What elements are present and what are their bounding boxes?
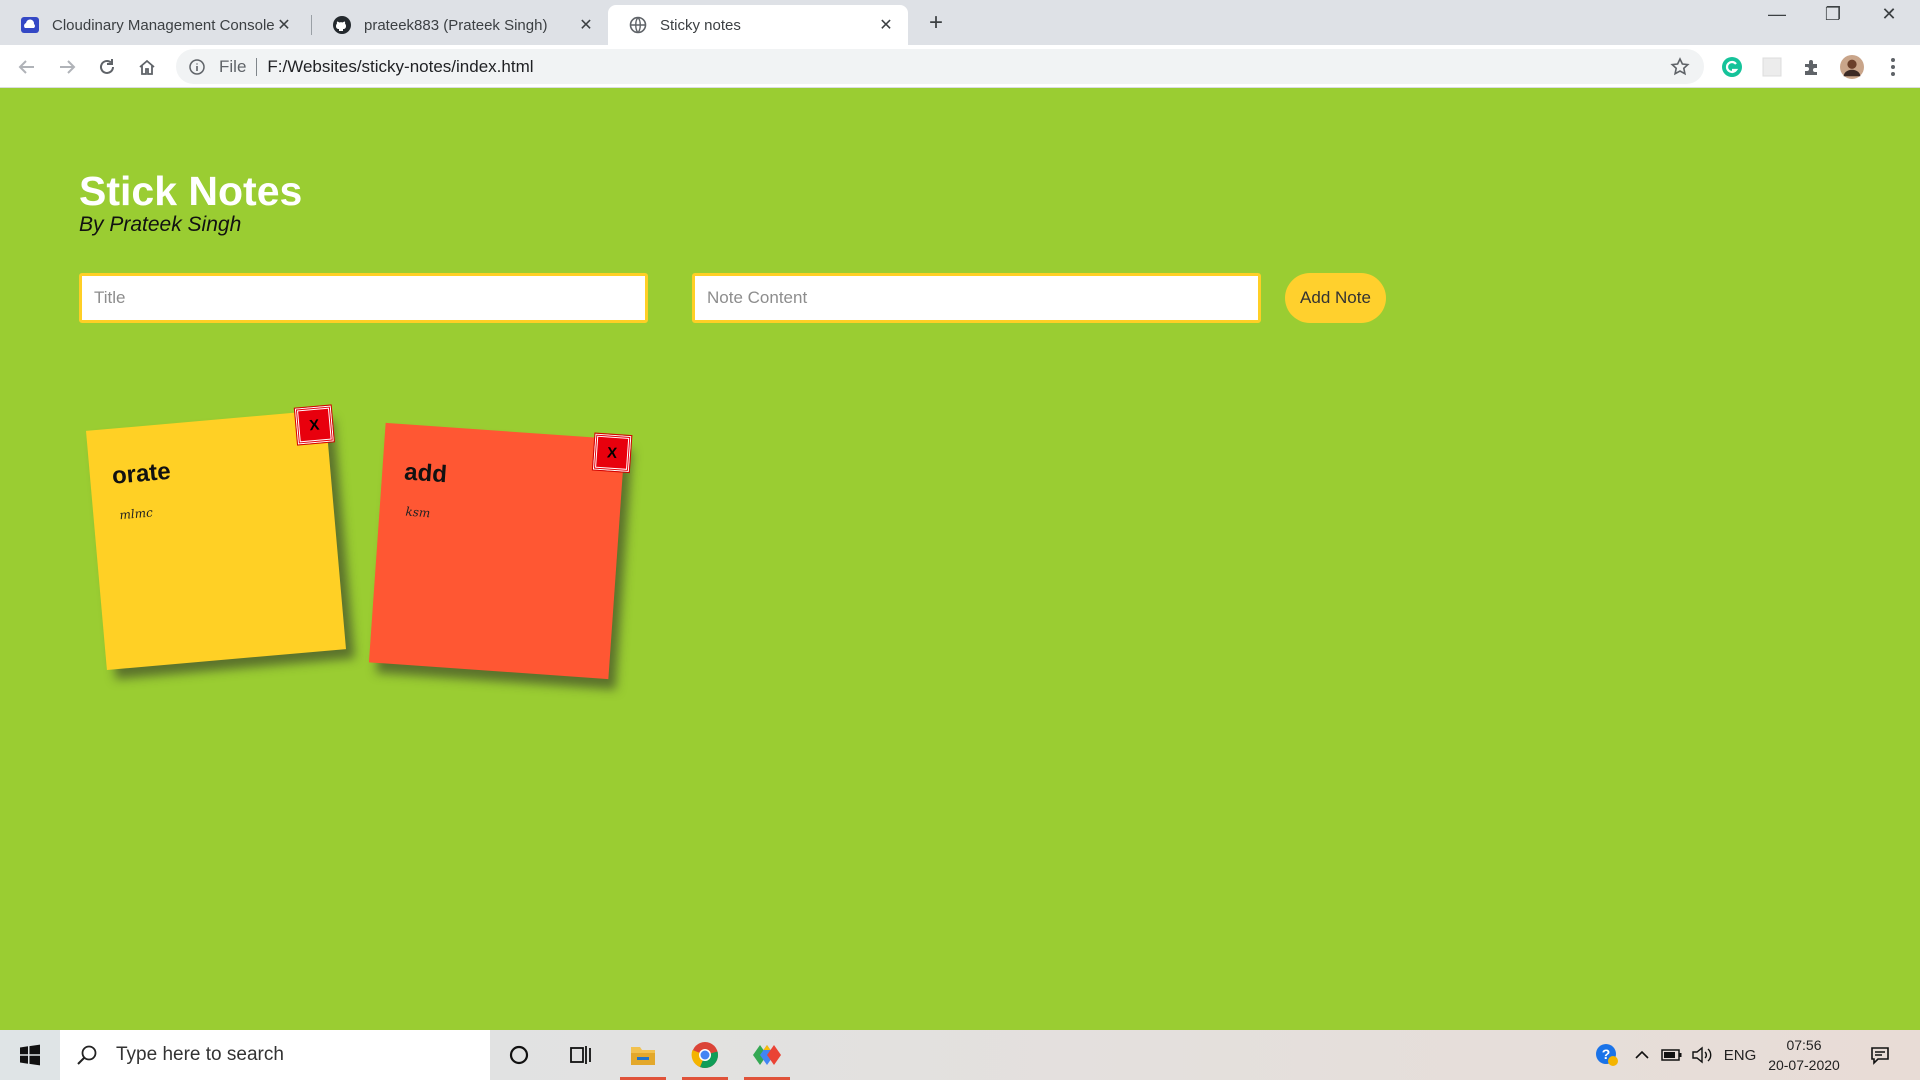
start-button[interactable] <box>0 1030 60 1080</box>
grammarly-icon[interactable] <box>1720 55 1744 79</box>
tab-sticky-notes[interactable]: Sticky notes ✕ <box>608 5 908 45</box>
address-bar[interactable]: File F:/Websites/sticky-notes/index.html <box>176 49 1704 84</box>
battery-icon[interactable] <box>1658 1030 1686 1080</box>
delete-note-button[interactable]: X <box>293 404 335 446</box>
forward-arrow-icon <box>60 60 76 74</box>
note-title: orate <box>110 457 172 490</box>
task-view-icon[interactable] <box>552 1030 610 1080</box>
volume-icon[interactable] <box>1688 1030 1716 1080</box>
sticky-note: orate mlmc X <box>85 404 347 671</box>
home-button[interactable] <box>134 54 160 80</box>
restore-button[interactable]: ❐ <box>1810 4 1856 25</box>
cloudinary-icon <box>20 15 40 35</box>
back-button[interactable] <box>14 54 40 80</box>
page-subtitle: By Prateek Singh <box>79 213 242 236</box>
taskbar-search-box[interactable]: Type here to search <box>60 1030 490 1080</box>
help-badge-icon[interactable]: ? <box>1592 1030 1622 1080</box>
note-content: mlmc <box>118 505 154 523</box>
cortana-icon[interactable] <box>490 1030 548 1080</box>
notification-center-icon[interactable] <box>1862 1030 1898 1080</box>
note-title: add <box>403 458 448 489</box>
globe-icon <box>628 15 648 35</box>
minimize-button[interactable]: — <box>1754 4 1800 25</box>
sticky-note: add ksm X <box>368 422 633 680</box>
browser-toolbar: File F:/Websites/sticky-notes/index.html <box>0 45 1920 88</box>
add-note-button[interactable]: Add Note <box>1285 273 1386 323</box>
info-icon <box>189 58 205 75</box>
profile-avatar[interactable] <box>1840 55 1864 79</box>
new-tab-button[interactable]: + <box>922 9 950 37</box>
reload-button[interactable] <box>94 54 120 80</box>
note-title-input[interactable] <box>79 273 648 323</box>
menu-kebab-icon[interactable] <box>1881 55 1905 79</box>
windows-taskbar: Type here to search ? ENG 07:56 20-07-20… <box>0 1030 1920 1080</box>
system-clock[interactable]: 07:56 20-07-2020 <box>1764 1035 1844 1075</box>
close-icon[interactable]: ✕ <box>274 15 294 35</box>
tab-title: Cloudinary Management Console <box>52 16 274 34</box>
tab-title: prateek883 (Prateek Singh) <box>364 16 548 34</box>
app-diamond-icon[interactable] <box>738 1030 796 1080</box>
tab-github[interactable]: prateek883 (Prateek Singh) ✕ <box>312 5 608 45</box>
tab-cloudinary[interactable]: Cloudinary Management Console ✕ <box>0 5 306 45</box>
chevron-up-icon[interactable] <box>1628 1030 1656 1080</box>
delete-note-button[interactable]: X <box>591 432 633 474</box>
note-content-input[interactable] <box>692 273 1261 323</box>
close-window-button[interactable]: ✕ <box>1866 4 1912 25</box>
forward-button[interactable] <box>54 54 80 80</box>
chrome-icon[interactable] <box>676 1030 734 1080</box>
extension-placeholder-icon[interactable] <box>1760 55 1784 79</box>
url-scheme-label: File <box>219 56 247 76</box>
github-icon <box>332 15 352 35</box>
browser-tabstrip: Cloudinary Management Console ✕ prateek8… <box>0 0 1920 45</box>
close-icon[interactable]: ✕ <box>576 15 596 35</box>
bookmark-star-icon <box>1670 57 1690 76</box>
url-divider <box>256 57 258 76</box>
page-title: Stick Notes <box>79 168 303 214</box>
home-icon <box>139 59 155 75</box>
url-text[interactable]: F:/Websites/sticky-notes/index.html <box>267 57 533 77</box>
tab-title: Sticky notes <box>660 16 741 34</box>
windows-logo-icon <box>20 1044 40 1066</box>
clock-date: 20-07-2020 <box>1768 1057 1840 1073</box>
file-explorer-icon[interactable] <box>614 1030 672 1080</box>
note-content: ksm <box>405 504 431 521</box>
extensions-puzzle-icon[interactable] <box>1800 55 1824 79</box>
language-indicator[interactable]: ENG <box>1720 1030 1760 1080</box>
search-placeholder: Type here to search <box>116 1044 284 1065</box>
clock-time: 07:56 <box>1786 1037 1822 1053</box>
reload-icon <box>100 59 114 74</box>
back-arrow-icon <box>18 60 34 74</box>
search-icon <box>77 1045 97 1065</box>
close-icon[interactable]: ✕ <box>876 15 896 35</box>
